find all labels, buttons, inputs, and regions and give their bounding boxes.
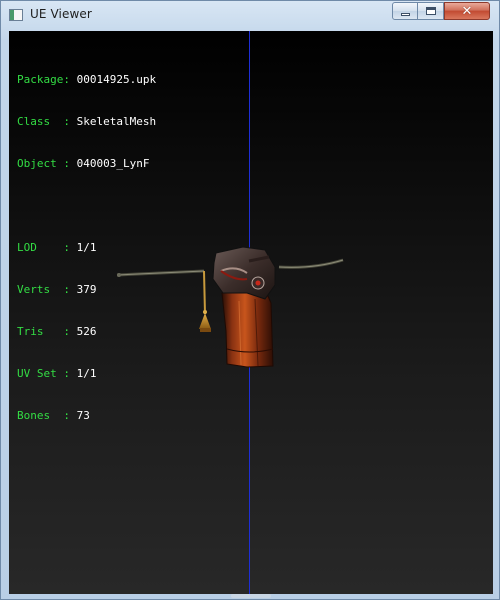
info-label: Package: (17, 73, 77, 86)
info-label: LOD : (17, 241, 77, 254)
minimize-icon (400, 12, 410, 16)
info-label: Verts : (17, 283, 77, 296)
bottom-resize-grip[interactable] (231, 594, 271, 598)
close-button[interactable]: ✕ (444, 2, 490, 20)
info-value: 1/1 (76, 367, 97, 380)
maximize-icon (425, 7, 436, 15)
tassel (199, 313, 211, 329)
info-label: UV Set : (17, 367, 77, 380)
info-row-lod: LOD : 1/1 (17, 241, 156, 255)
info-value: 1/1 (76, 241, 97, 254)
window-title: UE Viewer (30, 7, 92, 21)
title-bar[interactable]: UE Viewer ✕ (1, 1, 500, 31)
info-label: Bones : (17, 409, 77, 422)
app-window-icon (9, 9, 23, 21)
info-value: SkeletalMesh (76, 115, 157, 128)
app-window: UE Viewer ✕ Package: 00014925.upk Class … (0, 0, 500, 600)
3d-viewport[interactable]: Package: 00014925.upk Class : SkeletalMe… (9, 31, 493, 594)
info-value: 526 (76, 325, 97, 338)
info-value: 379 (76, 283, 97, 296)
info-value: 040003_LynF (76, 157, 150, 170)
info-value: 00014925.upk (76, 73, 157, 86)
info-row-verts: Verts : 379 (17, 283, 156, 297)
mesh-info-overlay: Package: 00014925.upk Class : SkeletalMe… (17, 45, 156, 451)
info-row-bones: Bones : 73 (17, 409, 156, 423)
info-label: Object : (17, 157, 77, 170)
info-row-class: Class : SkeletalMesh (17, 115, 156, 129)
info-row-uv-set: UV Set : 1/1 (17, 367, 156, 381)
info-label: Class : (17, 115, 77, 128)
maximize-button[interactable] (418, 2, 444, 20)
minimize-button[interactable] (392, 2, 418, 20)
info-row-package: Package: 00014925.upk (17, 73, 156, 87)
close-icon: ✕ (461, 3, 473, 19)
info-label: Tris : (17, 325, 77, 338)
info-value: 73 (76, 409, 90, 422)
info-row-tris: Tris : 526 (17, 325, 156, 339)
info-row-object: Object : 040003_LynF (17, 157, 156, 171)
